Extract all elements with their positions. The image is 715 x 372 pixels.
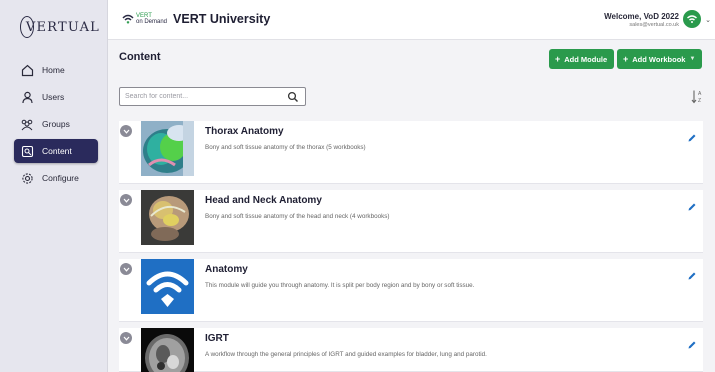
- content-item[interactable]: Head and Neck Anatomy Bony and soft tiss…: [119, 190, 703, 253]
- chevron-down-icon[interactable]: [120, 263, 132, 275]
- content-title[interactable]: Anatomy: [205, 264, 248, 275]
- app-title: VERT University: [173, 12, 271, 26]
- chevron-down-icon[interactable]: ▼: [689, 56, 695, 62]
- plus-icon: +: [623, 54, 629, 64]
- sidebar-item-label: Groups: [42, 119, 70, 129]
- sidebar-item-label: Content: [42, 146, 72, 156]
- sidebar-item-users[interactable]: Users: [14, 85, 98, 109]
- welcome-text: Welcome, VoD 2022: [604, 12, 679, 21]
- top-header: VERT on Demand VERT University Welcome, …: [108, 0, 715, 40]
- logo-text: VERTUAL: [25, 19, 100, 35]
- content-icon: [20, 144, 34, 158]
- edit-icon[interactable]: [687, 202, 697, 212]
- sidebar-item-content[interactable]: Content: [14, 139, 98, 163]
- plus-icon: +: [555, 54, 561, 64]
- home-icon: [20, 63, 34, 77]
- head-neck-thumbnail: [141, 190, 194, 245]
- user-icon: [20, 90, 34, 104]
- gear-icon: [20, 171, 34, 185]
- sidebar-item-groups[interactable]: Groups: [14, 112, 98, 136]
- vertual-logo[interactable]: VERTUAL: [20, 14, 100, 40]
- svg-text:A: A: [698, 91, 702, 97]
- content-item[interactable]: IGRT A workflow through the general prin…: [119, 328, 703, 372]
- sidebar-item-label: Users: [42, 92, 65, 102]
- welcome-block: Welcome, VoD 2022 sales@vertual.co.uk: [604, 12, 679, 28]
- search-input[interactable]: [119, 87, 306, 106]
- avatar[interactable]: [683, 10, 701, 28]
- content-title[interactable]: IGRT: [205, 333, 229, 344]
- sidebar: VERTUAL Home Users Groups Content Config…: [0, 0, 108, 372]
- add-module-button[interactable]: + Add Module: [549, 49, 614, 69]
- edit-icon[interactable]: [687, 340, 697, 350]
- wifi-logo-icon: [122, 14, 134, 24]
- wifi-logo-thumbnail: [141, 259, 194, 314]
- chevron-down-icon[interactable]: ⌄: [705, 16, 711, 24]
- chevron-down-icon[interactable]: [120, 194, 132, 206]
- search-icon[interactable]: [287, 91, 299, 103]
- brand[interactable]: VERT on Demand VERT University: [122, 12, 270, 26]
- sidebar-nav: Home Users Groups Content Configure: [14, 58, 98, 193]
- ct-scan-thumbnail: [141, 328, 194, 372]
- sort-icon[interactable]: AZ: [691, 89, 704, 104]
- content-description: Bony and soft tissue anatomy of the head…: [205, 213, 390, 220]
- edit-icon[interactable]: [687, 271, 697, 281]
- content-item[interactable]: Anatomy This module will guide you throu…: [119, 259, 703, 322]
- content-title[interactable]: Thorax Anatomy: [205, 126, 284, 137]
- content-description: A workflow through the general principle…: [205, 351, 487, 358]
- content-description: Bony and soft tissue anatomy of the thor…: [205, 144, 366, 151]
- user-email: sales@vertual.co.uk: [629, 22, 679, 28]
- page-title: Content: [119, 51, 161, 63]
- svg-text:Z: Z: [698, 98, 701, 104]
- wifi-logo-icon: [687, 15, 697, 23]
- content-description: This module will guide you through anato…: [205, 282, 475, 289]
- add-workbook-button[interactable]: + Add Workbook ▼: [617, 49, 702, 69]
- sidebar-item-label: Home: [42, 65, 65, 75]
- sidebar-item-label: Configure: [42, 173, 79, 183]
- content-item[interactable]: Thorax Anatomy Bony and soft tissue anat…: [119, 121, 703, 184]
- edit-icon[interactable]: [687, 133, 697, 143]
- sidebar-item-home[interactable]: Home: [14, 58, 98, 82]
- content-title[interactable]: Head and Neck Anatomy: [205, 195, 322, 206]
- chevron-down-icon[interactable]: [120, 332, 132, 344]
- chevron-down-icon[interactable]: [120, 125, 132, 137]
- vert-ondemand-logo: VERT on Demand: [122, 13, 167, 25]
- groups-icon: [20, 117, 34, 131]
- thorax-thumbnail: [141, 121, 194, 176]
- sidebar-item-configure[interactable]: Configure: [14, 166, 98, 190]
